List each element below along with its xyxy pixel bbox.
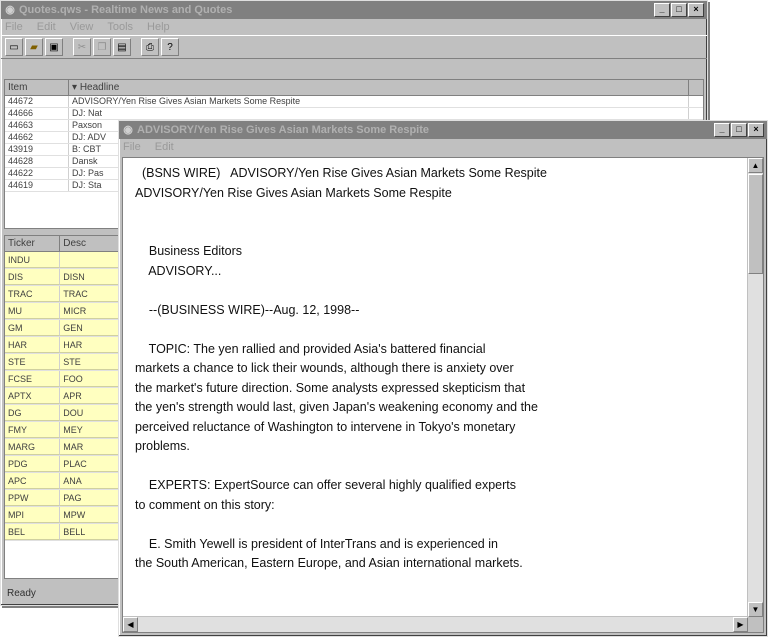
column-headline-header[interactable]: ▾ Headline: [69, 80, 689, 95]
story-line: [135, 223, 763, 243]
news-item-cell: 44619: [5, 180, 69, 191]
story-line: [135, 457, 763, 477]
menu-file[interactable]: File: [5, 21, 23, 33]
story-line: [135, 320, 763, 340]
scroll-thumb[interactable]: [748, 174, 763, 274]
story-line: [135, 203, 763, 223]
news-item-cell: 44628: [5, 156, 69, 167]
story-window-title: ADVISORY/Yen Rise Gives Asian Markets So…: [137, 124, 430, 136]
ticker-cell: DIS: [5, 269, 61, 285]
menu-edit[interactable]: Edit: [37, 21, 56, 33]
maximize-button[interactable]: □: [671, 3, 687, 17]
open-icon[interactable]: ▰: [25, 38, 43, 56]
story-line: (BSNS WIRE) ADVISORY/Yen Rise Gives Asia…: [135, 166, 547, 180]
story-title-bar[interactable]: ◉ ADVISORY/Yen Rise Gives Asian Markets …: [119, 121, 767, 139]
story-menu-bar: File Edit: [119, 139, 767, 155]
ticker-cell: MARG: [5, 439, 61, 455]
scroll-left-icon[interactable]: ◀: [123, 617, 138, 632]
scroll-up-icon[interactable]: ▲: [748, 158, 763, 173]
menu-tools[interactable]: Tools: [107, 21, 133, 33]
scroll-right-icon[interactable]: ▶: [733, 617, 748, 632]
horizontal-scrollbar[interactable]: ◀ ▶: [123, 616, 748, 632]
scroll-down-icon[interactable]: ▼: [748, 602, 763, 617]
scroll-corner: [748, 617, 763, 632]
ticker-cell: GM: [5, 320, 61, 336]
minimize-button[interactable]: _: [654, 3, 670, 17]
copy-icon[interactable]: ❐: [93, 38, 111, 56]
story-line: [135, 515, 763, 535]
close-button[interactable]: ×: [688, 3, 704, 17]
ticker-cell: PDG: [5, 456, 61, 472]
ticker-cell: MU: [5, 303, 61, 319]
story-line: TOPIC: The yen rallied and provided Asia…: [135, 341, 486, 356]
vertical-scrollbar[interactable]: ▲ ▼: [747, 158, 763, 617]
news-item-cell: 44662: [5, 132, 69, 143]
save-icon[interactable]: ▣: [45, 38, 63, 56]
story-line: problems.: [135, 439, 190, 453]
story-maximize-button[interactable]: □: [731, 123, 747, 137]
column-ticker-header[interactable]: Ticker: [5, 236, 61, 251]
cut-icon[interactable]: ✂: [73, 38, 91, 56]
story-line: ADVISORY...: [135, 263, 222, 278]
status-bar: Ready: [7, 588, 36, 599]
news-row[interactable]: 44666 DJ: Nat: [5, 108, 703, 120]
story-line: markets a chance to lick their wounds, a…: [135, 361, 514, 375]
column-item-header[interactable]: Item: [5, 80, 69, 95]
ticker-cell: APC: [5, 473, 61, 489]
story-line: to comment on this story:: [135, 497, 275, 512]
story-window: ◉ ADVISORY/Yen Rise Gives Asian Markets …: [118, 120, 768, 637]
paste-icon[interactable]: ▤: [113, 38, 131, 56]
story-line: Business Editors: [135, 244, 242, 258]
ticker-cell: INDU: [5, 252, 61, 268]
story-line: [135, 281, 763, 301]
menu-help[interactable]: Help: [147, 21, 170, 33]
news-item-cell: 44672: [5, 96, 69, 107]
story-menu-file[interactable]: File: [123, 141, 141, 153]
news-row[interactable]: 44672 ADVISORY/Yen Rise Gives Asian Marke…: [5, 96, 703, 108]
menu-view[interactable]: View: [70, 21, 94, 33]
story-line: the yen's strength would last, given Jap…: [135, 400, 538, 414]
news-item-cell: 43919: [5, 144, 69, 155]
ticker-cell: BEL: [5, 524, 61, 540]
story-line: --(BUSINESS WIRE)--Aug. 12, 1998--: [135, 302, 360, 317]
story-line: ADVISORY/Yen Rise Gives Asian Markets So…: [135, 185, 452, 200]
new-icon[interactable]: ▭: [5, 38, 23, 56]
news-headline-cell: ADVISORY/Yen Rise Gives Asian Markets So…: [69, 96, 689, 107]
story-line: the market's future direction. Some anal…: [135, 380, 526, 395]
ticker-cell: PPW: [5, 490, 61, 506]
story-line: the South American, Eastern Europe, and …: [135, 556, 523, 570]
news-grid-header: Item ▾ Headline: [5, 80, 703, 96]
ticker-cell: STE: [5, 354, 61, 370]
ticker-cell: TRAC: [5, 286, 61, 302]
ticker-cell: FMY: [5, 422, 61, 438]
main-menu-bar: File Edit View Tools Help: [1, 19, 707, 35]
print-icon[interactable]: ⎙: [141, 38, 159, 56]
story-minimize-button[interactable]: _: [714, 123, 730, 137]
main-title-bar[interactable]: ◉ Quotes.qws - Realtime News and Quotes …: [1, 1, 707, 19]
story-line: EXPERTS: ExpertSource can offer several …: [135, 478, 516, 492]
news-item-cell: 44666: [5, 108, 69, 119]
ticker-cell: MPI: [5, 507, 61, 523]
news-item-cell: 44622: [5, 168, 69, 179]
story-text-area[interactable]: (BSNS WIRE) ADVISORY/Yen Rise Gives Asia…: [122, 157, 764, 633]
story-menu-edit[interactable]: Edit: [155, 141, 174, 153]
ticker-cell: DG: [5, 405, 61, 421]
story-line: E. Smith Yewell is president of InterTra…: [135, 536, 498, 551]
sort-arrow-icon: ▾: [72, 82, 80, 93]
main-toolbar: ▭ ▰ ▣ ✂ ❐ ▤ ⎙ ?: [1, 35, 707, 59]
help-icon[interactable]: ?: [161, 38, 179, 56]
news-item-cell: 44663: [5, 120, 69, 131]
app-icon: ◉: [5, 4, 15, 16]
ticker-cell: HAR: [5, 337, 61, 353]
story-line: perceived reluctance of Washington to in…: [135, 419, 516, 434]
story-close-button[interactable]: ×: [748, 123, 764, 137]
main-window-title: Quotes.qws - Realtime News and Quotes: [19, 4, 233, 16]
ticker-cell: APTX: [5, 388, 61, 404]
story-app-icon: ◉: [123, 124, 133, 136]
ticker-cell: FCSE: [5, 371, 61, 387]
news-headline-cell: DJ: Nat: [69, 108, 689, 119]
